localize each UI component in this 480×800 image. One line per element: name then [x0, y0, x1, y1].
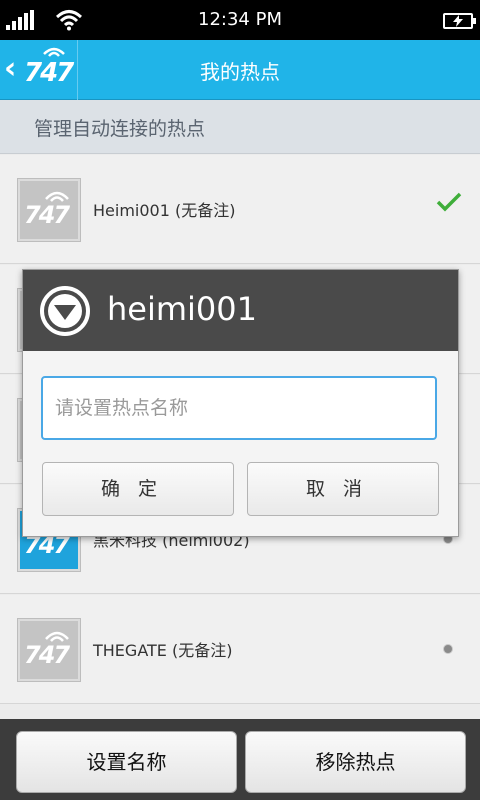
dialog-header: heimi001 [23, 270, 458, 351]
status-time: 12:34 PM [198, 9, 282, 30]
section-header-label: 管理自动连接的热点 [34, 118, 206, 140]
dialog-title: heimi001 [107, 290, 257, 328]
list-item[interactable]: 747 Heimi001 (无备注) [0, 155, 480, 264]
hotspot-name-input[interactable] [41, 376, 437, 440]
section-header: 管理自动连接的热点 [0, 100, 480, 154]
remove-hotspot-button[interactable]: 移除热点 [245, 731, 466, 793]
hotspot-thumbnail: 747 [17, 178, 81, 242]
list-item[interactable]: 747 THEGATE (无备注) [0, 595, 480, 704]
hotspot-name: Heimi001 (无备注) [93, 201, 236, 220]
dropdown-circle-icon [40, 286, 90, 336]
status-bar: 12:34 PM [0, 0, 480, 40]
hotspot-thumbnail-text: 747 [24, 201, 70, 229]
set-name-button[interactable]: 设置名称 [16, 731, 237, 793]
rename-dialog: heimi001 确定 取消 [22, 269, 459, 537]
title-bar: ‹ 747 我的热点 [0, 40, 480, 100]
confirm-button[interactable]: 确定 [42, 462, 234, 516]
hotspot-thumbnail-text: 747 [24, 641, 70, 669]
hotspot-thumbnail: 747 [17, 618, 81, 682]
cancel-button[interactable]: 取消 [247, 462, 439, 516]
checkmark-icon [436, 192, 462, 212]
hotspot-name: THEGATE (无备注) [93, 641, 233, 660]
battery-charging-icon [443, 13, 476, 29]
radio-dot-icon [443, 644, 453, 654]
bottom-action-bar: 设置名称 移除热点 [0, 719, 480, 800]
page-title: 我的热点 [200, 60, 280, 84]
